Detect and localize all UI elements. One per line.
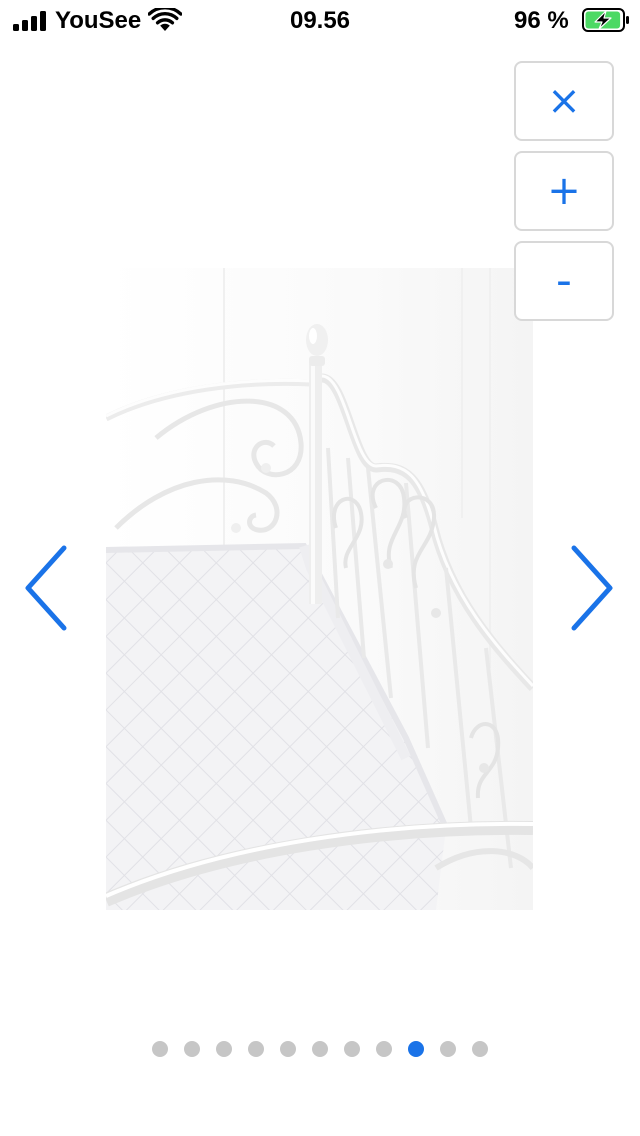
pagination-dot[interactable] [248, 1041, 264, 1057]
pagination-dot[interactable] [344, 1041, 360, 1057]
pagination-dot[interactable] [152, 1041, 168, 1057]
plus-icon: + [547, 168, 581, 214]
pagination-dot[interactable] [312, 1041, 328, 1057]
wifi-icon [148, 8, 182, 31]
next-image-button[interactable] [564, 540, 620, 636]
close-icon: × [547, 78, 581, 124]
image-pagination [0, 1041, 640, 1059]
chevron-right-icon [571, 545, 613, 631]
close-button[interactable]: × [514, 61, 614, 141]
pagination-dot[interactable] [440, 1041, 456, 1057]
image-viewer-screen: YouSee 09.56 96 % × + - [0, 0, 640, 1136]
pagination-dot[interactable] [376, 1041, 392, 1057]
pagination-dot-active[interactable] [408, 1041, 424, 1057]
product-image[interactable] [106, 268, 533, 910]
clock-time: 09.56 [289, 7, 351, 34]
chevron-left-icon [25, 545, 67, 631]
pagination-dot[interactable] [280, 1041, 296, 1057]
zoom-in-button[interactable]: + [514, 151, 614, 231]
status-bar: YouSee 09.56 96 % [0, 0, 640, 42]
battery-percentage: 96 % [514, 7, 569, 34]
zoom-out-button[interactable]: - [514, 241, 614, 321]
battery-charging-icon [582, 8, 629, 32]
minus-icon: - [556, 255, 572, 306]
carrier-name: YouSee [55, 7, 142, 34]
cellular-signal-icon [13, 11, 47, 31]
pagination-dot[interactable] [184, 1041, 200, 1057]
pagination-dot[interactable] [216, 1041, 232, 1057]
previous-image-button[interactable] [18, 540, 74, 636]
pagination-dot[interactable] [472, 1041, 488, 1057]
